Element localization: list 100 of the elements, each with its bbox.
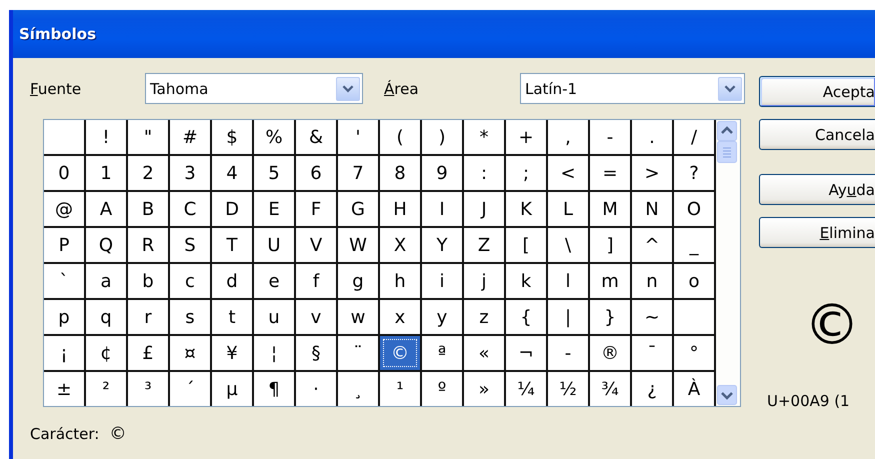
symbol-cell[interactable]: v (296, 300, 336, 334)
dialog-button[interactable]: Cancela (759, 119, 875, 150)
symbol-cell[interactable]: , (548, 120, 588, 154)
symbol-cell[interactable]: ² (86, 372, 126, 406)
symbol-cell[interactable]: E (254, 192, 294, 226)
symbol-cell[interactable]: - (590, 120, 630, 154)
symbol-cell[interactable]: U (254, 228, 294, 262)
symbol-cell[interactable]: y (422, 300, 462, 334)
symbol-cell[interactable]: » (464, 372, 504, 406)
symbol-cell[interactable]: 6 (296, 156, 336, 190)
symbol-cell[interactable]: ' (338, 120, 378, 154)
symbol-cell[interactable]: A (86, 192, 126, 226)
symbol-cell[interactable]: À (674, 372, 714, 406)
symbol-cell[interactable]: g (338, 264, 378, 298)
symbol-cell[interactable]: ^ (632, 228, 672, 262)
symbol-cell[interactable]: Q (86, 228, 126, 262)
symbol-cell[interactable]: ¶ (254, 372, 294, 406)
symbol-cell[interactable]: ~ (632, 300, 672, 334)
symbol-cell[interactable]: ° (674, 336, 714, 370)
symbol-cell[interactable]: K (506, 192, 546, 226)
symbol-cell[interactable]: X (380, 228, 420, 262)
symbol-cell[interactable]: 4 (212, 156, 252, 190)
symbol-cell[interactable]: ] (590, 228, 630, 262)
symbol-cell[interactable]: B (128, 192, 168, 226)
symbol-cell[interactable]: M (590, 192, 630, 226)
symbol-cell[interactable]: V (296, 228, 336, 262)
symbol-cell[interactable]: N (632, 192, 672, 226)
symbol-cell[interactable]: H (380, 192, 420, 226)
dialog-button[interactable]: Acepta (759, 76, 875, 107)
symbol-cell[interactable]: ¯ (632, 336, 672, 370)
symbol-cell[interactable]: @ (44, 192, 84, 226)
symbol-cell[interactable]: j (464, 264, 504, 298)
scrollbar-thumb[interactable] (717, 141, 737, 163)
area-dropdown[interactable]: Latín-1 (520, 73, 745, 104)
symbol-cell[interactable]: J (464, 192, 504, 226)
symbol-cell[interactable]: u (254, 300, 294, 334)
symbol-cell[interactable]: Z (464, 228, 504, 262)
symbol-cell[interactable]: f (296, 264, 336, 298)
symbol-cell[interactable]: $ (212, 120, 252, 154)
symbol-cell[interactable]: ¿ (632, 372, 672, 406)
symbol-cell[interactable]: w (338, 300, 378, 334)
symbol-cell[interactable]: \ (548, 228, 588, 262)
symbol-cell[interactable]: & (296, 120, 336, 154)
symbol-cell[interactable]: t (212, 300, 252, 334)
symbol-cell[interactable]: F (296, 192, 336, 226)
symbol-cell[interactable]: r (128, 300, 168, 334)
symbol-cell[interactable]: ! (86, 120, 126, 154)
symbol-cell[interactable]: £ (128, 336, 168, 370)
symbol-cell[interactable]: ¡ (44, 336, 84, 370)
symbol-cell[interactable]: 2 (128, 156, 168, 190)
symbol-cell[interactable]: b (128, 264, 168, 298)
symbol-cell[interactable]: ® (590, 336, 630, 370)
symbol-cell[interactable]: 3 (170, 156, 210, 190)
symbol-cell[interactable]: x (380, 300, 420, 334)
symbol-cell[interactable]: ³ (128, 372, 168, 406)
symbol-cell[interactable]: p (44, 300, 84, 334)
symbol-cell[interactable]: k (506, 264, 546, 298)
dialog-button[interactable]: Elimina (759, 217, 875, 248)
symbol-cell[interactable]: o (674, 264, 714, 298)
symbol-cell[interactable]: [ (506, 228, 546, 262)
dialog-button[interactable]: Ayuda (759, 174, 875, 205)
symbol-cell[interactable]: l (548, 264, 588, 298)
symbol-cell[interactable]: C (170, 192, 210, 226)
symbol-cell[interactable]: ª (422, 336, 462, 370)
symbol-cell[interactable]: = (590, 156, 630, 190)
symbol-cell[interactable]: ¤ (170, 336, 210, 370)
symbol-cell[interactable]: µ (212, 372, 252, 406)
symbol-cell[interactable]: 7 (338, 156, 378, 190)
symbol-cell[interactable]: « (464, 336, 504, 370)
symbol-cell[interactable]: 1 (86, 156, 126, 190)
symbol-cell[interactable]: q (86, 300, 126, 334)
symbol-cell[interactable]: ¼ (506, 372, 546, 406)
symbol-cell[interactable]: z (464, 300, 504, 334)
symbol-cell[interactable]: D (212, 192, 252, 226)
symbol-cell[interactable]: ½ (548, 372, 588, 406)
symbol-cell[interactable]: º (422, 372, 462, 406)
symbol-cell[interactable]: " (128, 120, 168, 154)
symbol-cell[interactable]: m (590, 264, 630, 298)
symbol-cell[interactable]: I (422, 192, 462, 226)
scroll-down-icon[interactable] (717, 385, 737, 405)
scroll-up-icon[interactable] (717, 121, 737, 141)
symbol-cell[interactable]: ¬ (506, 336, 546, 370)
symbol-cell[interactable]: T (212, 228, 252, 262)
symbol-cell[interactable]: W (338, 228, 378, 262)
symbol-cell[interactable]: 5 (254, 156, 294, 190)
symbol-cell[interactable]: O (674, 192, 714, 226)
symbol-cell[interactable]: ) (422, 120, 462, 154)
symbol-cell[interactable]: c (170, 264, 210, 298)
symbol-cell[interactable]: - (548, 336, 588, 370)
symbol-cell[interactable]: % (254, 120, 294, 154)
symbol-cell[interactable]: ¢ (86, 336, 126, 370)
symbol-cell[interactable]: ± (44, 372, 84, 406)
symbol-cell[interactable]: P (44, 228, 84, 262)
symbol-cell[interactable]: ( (380, 120, 420, 154)
symbol-cell[interactable]: { (506, 300, 546, 334)
symbol-cell[interactable]: e (254, 264, 294, 298)
symbol-cell[interactable]: ¨ (338, 336, 378, 370)
symbol-cell[interactable]: S (170, 228, 210, 262)
symbol-cell[interactable]: ¾ (590, 372, 630, 406)
font-dropdown[interactable]: Tahoma (145, 73, 363, 104)
